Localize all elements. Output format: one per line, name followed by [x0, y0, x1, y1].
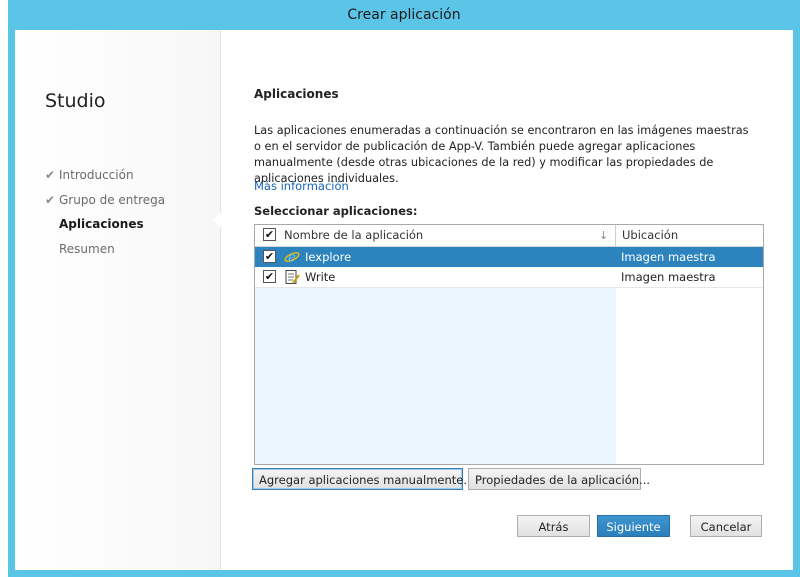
back-button[interactable]: Atrás — [517, 515, 590, 537]
wizard-client-area: Studio ✔ Introducción ✔ Grupo de entrega… — [15, 30, 793, 570]
page-description: Las aplicaciones enumeradas a continuaci… — [254, 124, 749, 185]
app-name: Write — [305, 270, 336, 284]
row-checkbox[interactable]: ✔ — [263, 270, 276, 283]
checkmark-icon: ✔ — [45, 192, 56, 207]
sidebar-app-name: Studio — [45, 90, 106, 112]
wizard-window: Crear aplicación Studio ✔ Introducción ✔… — [8, 0, 800, 577]
steps-list: ✔ Introducción ✔ Grupo de entrega Aplica… — [45, 163, 165, 261]
row-checkbox[interactable]: ✔ — [263, 250, 276, 263]
table-row[interactable]: ✔ e Iexplore Imagen maestra — [255, 247, 763, 267]
table-row[interactable]: ✔ Write Imagen maestra — [255, 267, 763, 288]
window-title: Crear aplicación — [347, 7, 461, 23]
column-header-location[interactable]: Ubicación — [622, 225, 678, 246]
page-title: Aplicaciones — [254, 87, 339, 101]
app-properties-button[interactable]: Propiedades de la aplicación... — [468, 468, 650, 490]
more-info-link[interactable]: Más información — [254, 179, 349, 193]
add-apps-manually-button[interactable]: Agregar aplicaciones manualmente... — [252, 468, 474, 490]
svg-text:e: e — [288, 251, 296, 266]
select-all-checkbox[interactable]: ✔ — [263, 228, 276, 241]
step-label: Grupo de entrega — [59, 192, 166, 207]
checkmark-icon: ✔ — [45, 168, 56, 183]
internet-explorer-icon: e — [284, 251, 300, 266]
step-label: Introducción — [59, 168, 134, 183]
step-resumen: Resumen — [45, 237, 165, 262]
wordpad-icon — [285, 270, 300, 284]
applications-list[interactable]: ✔ Nombre de la aplicación ↓ Ubicación ✔ … — [254, 224, 764, 465]
app-location: Imagen maestra — [621, 250, 716, 264]
background-edge — [0, 0, 8, 577]
step-introduccion[interactable]: ✔ Introducción — [45, 163, 165, 188]
active-step-pointer — [213, 212, 221, 228]
app-location: Imagen maestra — [621, 270, 716, 284]
column-header-name[interactable]: Nombre de la aplicación — [284, 225, 423, 246]
app-name: Iexplore — [305, 250, 352, 264]
select-apps-label: Seleccionar aplicaciones: — [254, 204, 418, 218]
steps-sidebar: Studio ✔ Introducción ✔ Grupo de entrega… — [15, 30, 221, 570]
step-label: Resumen — [59, 241, 115, 256]
step-grupo-de-entrega[interactable]: ✔ Grupo de entrega — [45, 188, 165, 213]
step-aplicaciones: Aplicaciones — [45, 212, 165, 237]
step-label: Aplicaciones — [59, 217, 144, 232]
list-header: ✔ Nombre de la aplicación ↓ Ubicación — [255, 225, 763, 247]
cancel-button[interactable]: Cancelar — [690, 515, 762, 537]
sort-down-icon: ↓ — [599, 229, 609, 242]
next-button[interactable]: Siguiente — [597, 515, 670, 537]
